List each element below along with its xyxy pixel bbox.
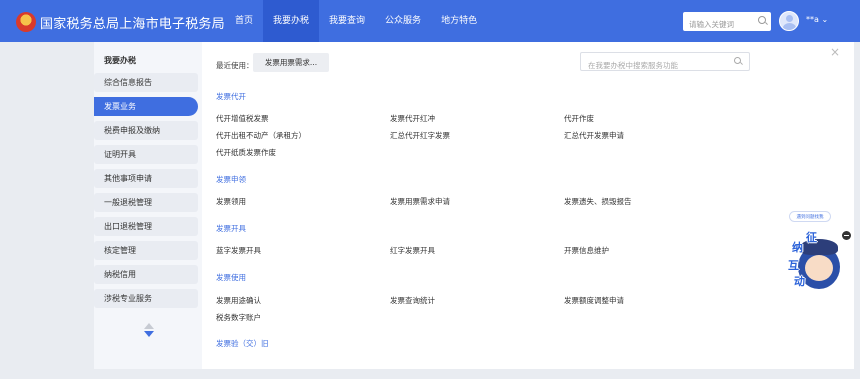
sidebar: 我要办税 综合信息报告 发票业务 税费申报及缴纳 证明开具 其他事项申请 一般退… <box>94 42 202 369</box>
service-link[interactable]: 代开作废 <box>564 113 594 124</box>
function-search-input[interactable] <box>581 57 726 74</box>
sidebar-item-declaration[interactable]: 税费申报及缴纳 <box>94 121 198 140</box>
user-avatar-icon[interactable] <box>779 11 799 31</box>
scroll-up-icon[interactable] <box>144 323 154 329</box>
scroll-down-icon[interactable] <box>144 331 154 337</box>
nav-local-features[interactable]: 地方特色 <box>431 0 487 42</box>
section-title: 发票代开 <box>216 92 246 101</box>
sidebar-item-info-report[interactable]: 综合信息报告 <box>94 73 198 92</box>
section-title: 发票申领 <box>216 175 246 184</box>
nav-home[interactable]: 首页 <box>225 0 263 42</box>
service-link[interactable]: 蓝字发票开具 <box>216 245 261 256</box>
recent-label: 最近使用： <box>216 61 254 70</box>
service-link[interactable]: 红字发票开具 <box>390 245 435 256</box>
user-menu[interactable]: **a ⌄ <box>806 15 828 24</box>
service-link[interactable]: 税务数字账户 <box>216 312 261 323</box>
section-title: 发票开具 <box>216 224 246 233</box>
keyword-search <box>683 12 771 34</box>
sidebar-item-export-refund[interactable]: 出口退税管理 <box>94 217 198 236</box>
assistant-robot-icon[interactable]: 征 纳 互 动 <box>788 229 840 293</box>
service-link[interactable]: 发票代开红冲 <box>390 113 435 124</box>
service-link[interactable]: 发票查询统计 <box>390 295 435 306</box>
robot-tag: 动 <box>794 275 805 288</box>
service-link[interactable]: 发票用途确认 <box>216 295 261 306</box>
service-link[interactable]: 汇总代开发票申请 <box>564 130 624 141</box>
sidebar-item-credit[interactable]: 纳税信用 <box>94 265 198 284</box>
main-content: 最近使用： 发票用票需求... × 发票代开 代开增值税发票 发票代开红冲 代开… <box>202 42 854 369</box>
main-nav: 首页 我要办税 我要查询 公众服务 地方特色 <box>225 0 487 42</box>
assistant-bubble[interactable]: 遇到问题找我 <box>789 211 831 222</box>
service-link[interactable]: 代开出租不动产（承租方） <box>216 130 306 141</box>
close-icon[interactable] <box>842 231 851 240</box>
robot-tag: 纳 <box>792 241 803 254</box>
service-link[interactable]: 代开增值税发票 <box>216 113 269 124</box>
section-title[interactable]: 发票验（交）旧 <box>216 338 269 349</box>
sidebar-item-other-request[interactable]: 其他事项申请 <box>94 169 198 188</box>
service-link[interactable]: 发票领用 <box>216 196 246 207</box>
service-link[interactable]: 开票信息维护 <box>564 245 609 256</box>
service-link[interactable]: 发票额度调整申请 <box>564 295 624 306</box>
service-link[interactable]: 发票遗失、损毁报告 <box>564 196 632 207</box>
robot-tag: 互 <box>788 259 799 272</box>
sidebar-item-refund[interactable]: 一般退税管理 <box>94 193 198 212</box>
section-title: 发票使用 <box>216 273 246 282</box>
site-title[interactable]: 国家税务总局上海市电子税务局 <box>40 13 225 32</box>
sidebar-title: 我要办税 <box>104 56 136 65</box>
close-icon[interactable]: × <box>830 46 840 58</box>
recent-item[interactable]: 发票用票需求... <box>253 53 329 72</box>
service-link[interactable]: 发票用票需求申请 <box>390 196 450 207</box>
nav-query[interactable]: 我要查询 <box>319 0 375 42</box>
function-search <box>580 52 750 74</box>
sidebar-item-professional[interactable]: 涉税专业服务 <box>94 289 198 308</box>
nav-tax-handling[interactable]: 我要办税 <box>263 0 320 42</box>
search-icon[interactable] <box>734 57 741 64</box>
robot-tag: 征 <box>806 231 817 244</box>
assistant-robot[interactable]: 遇到问题找我 征 纳 互 动 <box>786 211 852 293</box>
keyword-search-input[interactable] <box>683 15 751 34</box>
service-link[interactable]: 代开纸质发票作废 <box>216 147 276 158</box>
service-link[interactable]: 汇总代开红字发票 <box>390 130 450 141</box>
search-icon[interactable] <box>758 16 766 24</box>
robot-face <box>805 255 833 281</box>
sidebar-item-assessment[interactable]: 核定管理 <box>94 241 198 260</box>
top-navbar: 国家税务总局上海市电子税务局 首页 我要办税 我要查询 公众服务 地方特色 **… <box>0 0 860 42</box>
tax-bureau-logo-icon[interactable] <box>16 12 36 32</box>
sidebar-item-invoice[interactable]: 发票业务 <box>94 97 198 116</box>
sidebar-item-certificate[interactable]: 证明开具 <box>94 145 198 164</box>
nav-public-service[interactable]: 公众服务 <box>375 0 431 42</box>
sidebar-list: 综合信息报告 发票业务 税费申报及缴纳 证明开具 其他事项申请 一般退税管理 出… <box>94 73 198 313</box>
